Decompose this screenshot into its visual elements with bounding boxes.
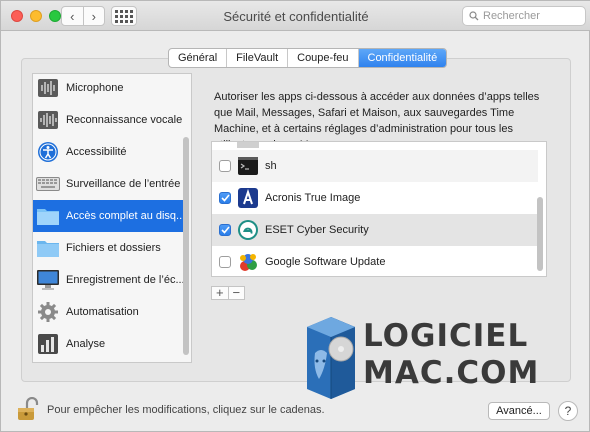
logiciel-mac-logo-icon: [307, 317, 355, 399]
list-item[interactable]: sh: [212, 150, 538, 182]
sidebar-item-accessibility[interactable]: Accessibilité: [33, 136, 183, 168]
advanced-button[interactable]: Avancé...: [488, 402, 550, 420]
sidebar-item-label: Microphone: [66, 82, 124, 94]
sidebar-item-label: Enregistrement de l’éc...: [66, 274, 185, 286]
search-placeholder: Rechercher: [483, 10, 540, 22]
keyboard-icon: [36, 172, 60, 196]
remove-app-button[interactable]: −: [227, 286, 245, 299]
app-list[interactable]: sh Acronis True Image ESET Cyber Securit…: [211, 141, 547, 277]
sidebar-item-speech-recognition[interactable]: Reconnaissance vocale: [33, 104, 183, 136]
folder-icon: [36, 204, 60, 228]
sidebar-item-analytics[interactable]: Analyse: [33, 328, 183, 360]
accessibility-icon: [36, 140, 60, 164]
checkmark-icon: [220, 194, 230, 202]
sidebar-item-label: Automatisation: [66, 306, 139, 318]
app-checkbox[interactable]: [219, 192, 231, 204]
acronis-icon: [238, 188, 258, 208]
privacy-category-list[interactable]: Microphone Reconnaissance vocale Accessi…: [32, 73, 192, 363]
app-name: ESET Cyber Security: [265, 224, 369, 236]
sidebar-item-screen-recording[interactable]: Enregistrement de l’éc...: [33, 264, 185, 296]
watermark-line1: LOGICIEL: [363, 318, 529, 354]
sidebar-item-label: Reconnaissance vocale: [66, 114, 183, 126]
list-edit-buttons: + −: [211, 286, 245, 300]
app-name: Acronis True Image: [265, 192, 361, 204]
sidebar-item-label: Surveillance de l’entrée: [66, 178, 181, 190]
tab-firewall[interactable]: Coupe-feu: [287, 49, 357, 67]
app-checkbox[interactable]: [219, 160, 231, 172]
sidebar-item-label: Accès complet au disq...: [66, 210, 186, 222]
search-field[interactable]: Rechercher: [462, 6, 586, 26]
app-name: sh: [265, 160, 277, 172]
chart-icon: [36, 332, 60, 356]
display-icon: [36, 268, 60, 292]
titlebar: ‹ › Sécurité et confidentialité Recherch…: [1, 1, 590, 31]
tab-filevault[interactable]: FileVault: [226, 49, 287, 67]
watermark-line2: MAC.COM: [363, 355, 540, 391]
search-icon: [469, 11, 479, 21]
google-update-icon: [240, 254, 257, 271]
preferences-window: ‹ › Sécurité et confidentialité Recherch…: [0, 0, 590, 432]
sidebar-item-microphone[interactable]: Microphone: [33, 74, 183, 104]
lock-instructions: Pour empêcher les modifications, cliquez…: [47, 404, 325, 416]
sidebar-item-files-and-folders[interactable]: Fichiers et dossiers: [33, 232, 183, 264]
app-checkbox[interactable]: [219, 224, 231, 236]
sidebar-item-full-disk-access[interactable]: Accès complet au disq...: [33, 200, 186, 232]
sidebar-item-input-monitoring[interactable]: Surveillance de l’entrée: [33, 168, 183, 200]
help-button[interactable]: ?: [558, 401, 578, 421]
checkmark-icon: [220, 226, 230, 234]
folder-icon: [36, 236, 60, 260]
tab-bar: Général FileVault Coupe-feu Confidential…: [168, 48, 448, 68]
add-app-button[interactable]: +: [212, 286, 228, 299]
tab-general[interactable]: Général: [169, 49, 226, 67]
app-checkbox[interactable]: [219, 256, 231, 268]
list-item[interactable]: Acronis True Image: [212, 182, 538, 214]
list-item[interactable]: Google Software Update: [212, 246, 538, 276]
waveform-icon: [36, 108, 60, 132]
microphone-icon: [36, 76, 60, 100]
app-name: Google Software Update: [265, 256, 386, 268]
sidebar-item-label: Accessibilité: [66, 146, 127, 158]
list-item[interactable]: ESET Cyber Security: [212, 214, 538, 246]
list-item-partial: [212, 142, 538, 148]
sidebar-scrollbar[interactable]: [183, 137, 189, 355]
terminal-icon: [238, 157, 258, 175]
gear-icon: [36, 300, 60, 324]
sidebar-item-automation[interactable]: Automatisation: [33, 296, 183, 328]
eset-icon: [238, 220, 258, 240]
app-list-scrollbar[interactable]: [537, 197, 543, 271]
tab-privacy[interactable]: Confidentialité: [357, 49, 447, 67]
sidebar-item-label: Analyse: [66, 338, 106, 350]
sidebar-item-label: Fichiers et dossiers: [66, 242, 161, 254]
lock-icon[interactable]: [17, 397, 39, 421]
